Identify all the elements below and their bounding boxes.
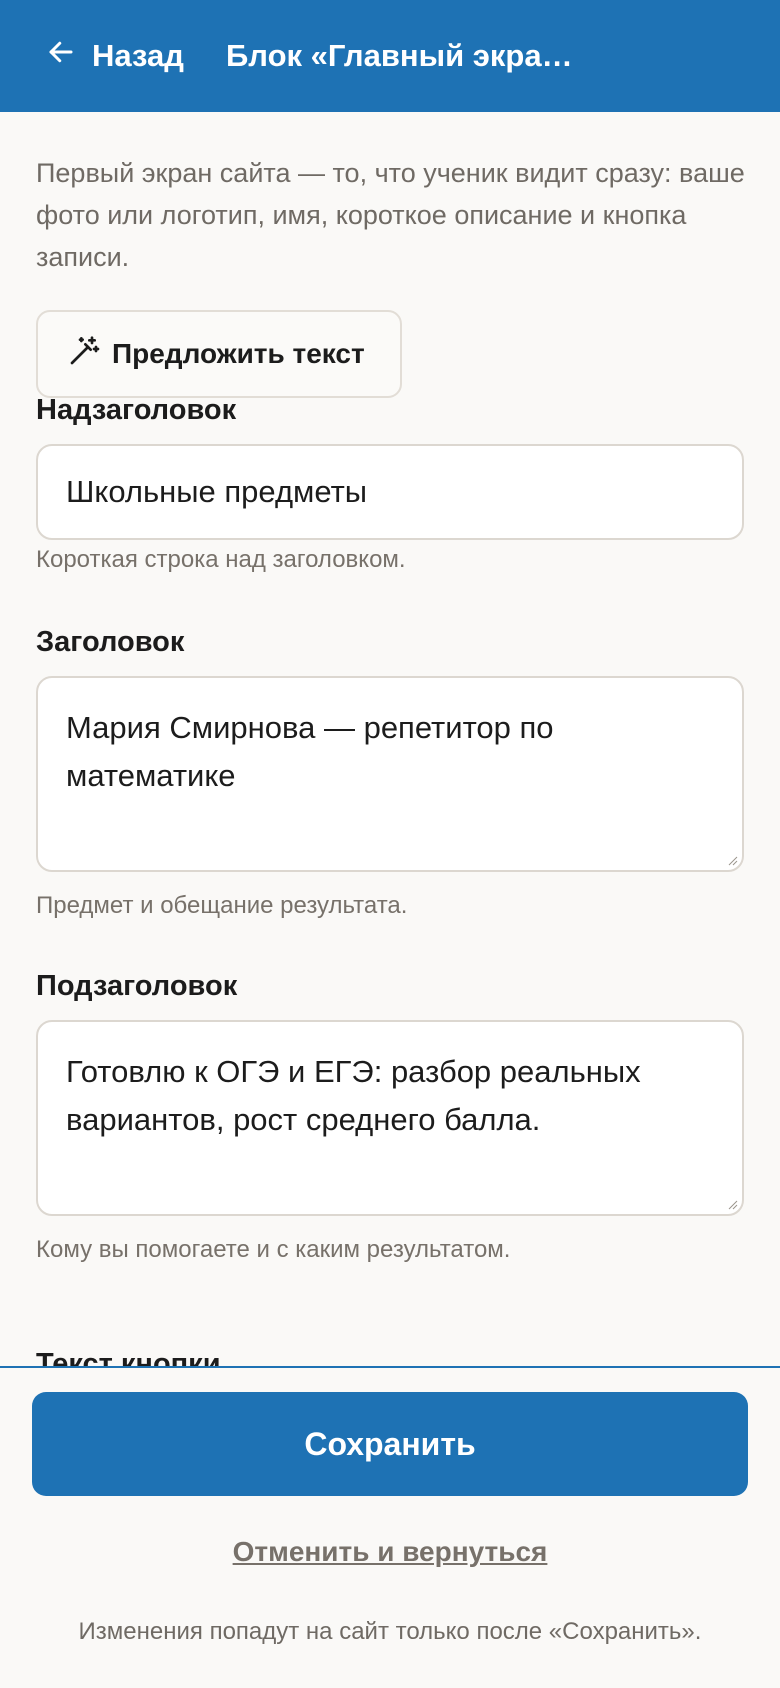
title-value: Мария Смирнова — репетитор по математике xyxy=(66,710,554,793)
back-label: Назад xyxy=(92,38,184,73)
suggest-text-label: Предложить текст xyxy=(112,338,365,369)
subtitle-value: Готовлю к ОГЭ и ЕГЭ: разбор реальных вар… xyxy=(66,1054,641,1137)
overtitle-label: Надзаголовок xyxy=(36,394,237,426)
title-label: Заголовок xyxy=(36,626,185,658)
subtitle-label: Подзаголовок xyxy=(36,970,238,1002)
sticky-action-bar: Сохранить Отменить и вернуться Изменения… xyxy=(0,1366,780,1688)
page-title: Блок «Главный экра… xyxy=(226,38,573,73)
overtitle-input[interactable]: Школьные предметы xyxy=(36,444,744,540)
top-bar: Назад Блок «Главный экра… xyxy=(0,0,780,112)
subtitle-textarea[interactable]: Готовлю к ОГЭ и ЕГЭ: разбор реальных вар… xyxy=(36,1020,744,1216)
back-button[interactable]: Назад xyxy=(46,0,184,112)
arrow-left-icon xyxy=(46,37,76,75)
title-hint: Предмет и обещание результата. xyxy=(36,892,408,919)
button-text-label: Текст кнопки xyxy=(36,1348,221,1366)
save-button[interactable]: Сохранить xyxy=(32,1392,748,1496)
editor-form: Первый экран сайта — то, что ученик види… xyxy=(0,112,780,1366)
intro-text: Первый экран сайта — то, что ученик види… xyxy=(36,158,745,272)
cancel-link[interactable]: Отменить и вернуться xyxy=(0,1536,780,1568)
overtitle-value: Школьные предметы xyxy=(66,474,368,509)
title-textarea[interactable]: Мария Смирнова — репетитор по математике xyxy=(36,676,744,872)
save-note: Изменения попадут на сайт только после «… xyxy=(78,1618,702,1645)
overtitle-hint: Короткая строка над заголовком. xyxy=(36,546,406,573)
suggest-text-button[interactable]: Предложить текст xyxy=(36,310,402,398)
subtitle-hint: Кому вы помогаете и с каким результатом. xyxy=(36,1236,511,1263)
magic-wand-icon xyxy=(68,335,100,374)
resize-grip-icon[interactable] xyxy=(728,856,738,866)
resize-grip-icon[interactable] xyxy=(728,1200,738,1210)
